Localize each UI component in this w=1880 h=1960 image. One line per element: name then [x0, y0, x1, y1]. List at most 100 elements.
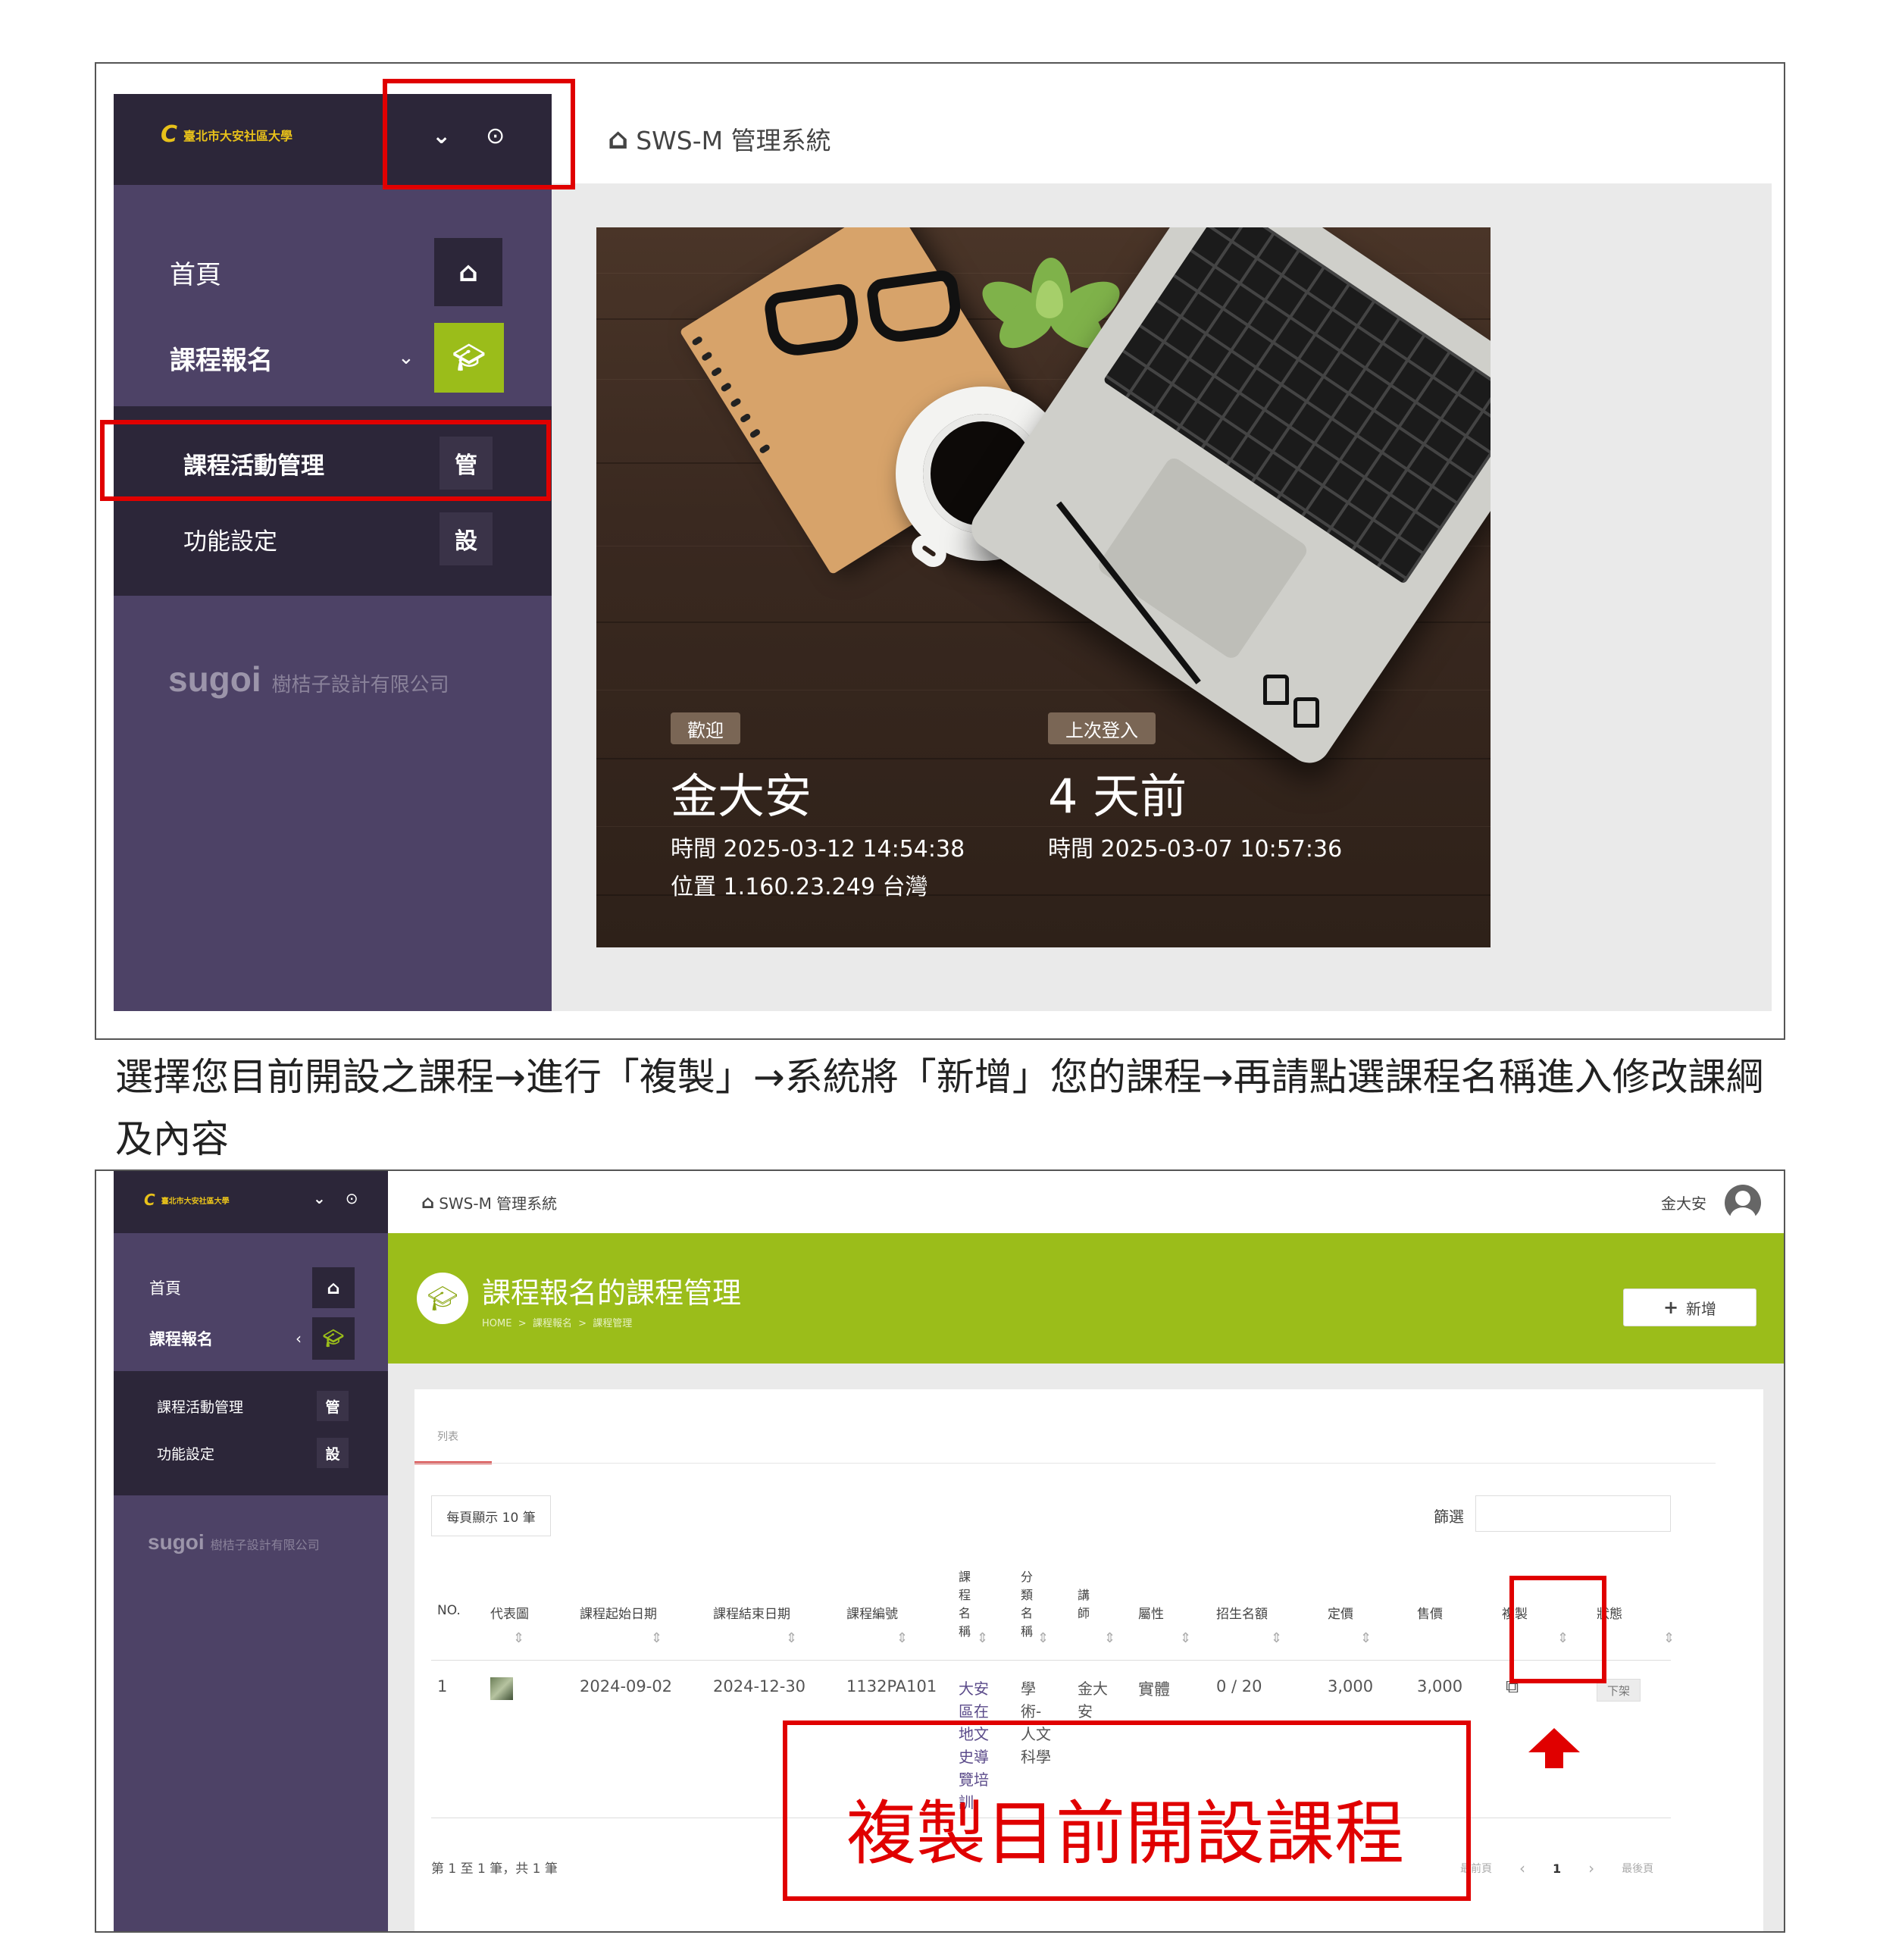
binder-clip-illustration [1293, 697, 1319, 728]
target-icon[interactable]: ⊙ [486, 123, 505, 149]
col-copy[interactable]: 複製 [1502, 1603, 1528, 1622]
breadcrumb[interactable]: HOME > 課程報名 > 課程管理 [482, 1315, 632, 1329]
cell-end-date: 2024-12-30 [713, 1677, 806, 1695]
sidebar-item-label: 課程報名 [149, 1330, 213, 1348]
col-category[interactable]: 分類名稱 [1021, 1568, 1036, 1641]
school-logo[interactable]: C 臺北市大安社區大學 [144, 1191, 230, 1209]
page-header: 🎓︎ 課程報名的課程管理 HOME > 課程報名 > 課程管理 + 新增 [388, 1233, 1784, 1364]
table-info: 第 1 至 1 筆，共 1 筆 [431, 1861, 558, 1877]
graduation-cap-icon: 🎓︎ [434, 323, 504, 393]
pager-page[interactable]: 1 [1553, 1861, 1561, 1876]
chevron-left-icon: ‹ [296, 1329, 302, 1348]
chevron-down-icon[interactable]: ⌄ [432, 123, 451, 149]
sort-icon[interactable]: ⇕ [1180, 1630, 1191, 1646]
pager-last[interactable]: 最後頁 [1622, 1861, 1653, 1876]
sidebar-item-home[interactable]: 首頁 ⌂ [114, 1267, 388, 1308]
sidebar-item-label: 功能設定 [183, 528, 277, 556]
welcome-badge: 歡迎 [671, 712, 740, 744]
system-title: SWS-M 管理系統 [439, 1194, 558, 1213]
col-course-name[interactable]: 課程名稱 [959, 1568, 974, 1641]
school-logo-text: 臺北市大安社區大學 [183, 128, 293, 143]
chevron-down-icon[interactable]: ⌄ [313, 1189, 326, 1207]
brand-company: 樹桔子設計有限公司 [271, 674, 449, 697]
cell-teacher: 金大安 [1078, 1680, 1108, 1720]
col-no[interactable]: NO. [437, 1603, 461, 1618]
sort-icon[interactable]: ⇕ [896, 1630, 908, 1646]
col-quota[interactable]: 招生名額 [1216, 1603, 1268, 1622]
pager-next[interactable]: › [1588, 1859, 1594, 1877]
sidebar-item-label: 課程活動管理 [183, 452, 324, 480]
cell-sale: 3,000 [1417, 1677, 1463, 1695]
screenshot-course-management: C 臺北市大安社區大學 ⌄ ⊙ 首頁 ⌂ 課程報名 ‹ 🎓︎ 課程活動管理 管 … [95, 1169, 1785, 1933]
sidebar-item-course-activity[interactable]: 課程活動管理 管 [114, 437, 552, 490]
sort-icon[interactable]: ⇕ [1037, 1630, 1049, 1646]
last-login-ago: 4 天前 [1048, 769, 1187, 824]
user-avatar-icon[interactable] [1725, 1185, 1761, 1229]
sidebar-submenu: 課程活動管理 管 功能設定 設 [114, 1371, 388, 1495]
tab-divider [414, 1463, 1716, 1464]
sort-icon[interactable]: ⇕ [1557, 1630, 1569, 1646]
school-logo[interactable]: C 臺北市大安社區大學 [161, 121, 292, 148]
binder-clip-illustration [1263, 675, 1289, 705]
course-thumbnail[interactable] [490, 1677, 513, 1700]
status-badge[interactable]: 下架 [1597, 1679, 1641, 1702]
pager-first[interactable]: 最前頁 [1460, 1861, 1492, 1876]
sidebar-submenu: 課程活動管理 管 功能設定 設 [114, 406, 552, 596]
sort-icon[interactable]: ⇕ [1663, 1630, 1675, 1646]
sidebar-item-settings[interactable]: 功能設定 設 [114, 512, 552, 565]
col-price[interactable]: 定價 [1328, 1603, 1353, 1622]
home-icon[interactable]: ⌂ [608, 122, 628, 155]
col-course-code[interactable]: 課程編號 [846, 1603, 898, 1622]
col-teacher[interactable]: 講師 [1078, 1586, 1093, 1623]
sidebar-item-label: 首頁 [170, 259, 221, 290]
last-login-time: 時間 2025-03-07 10:57:36 [1048, 836, 1343, 863]
sort-icon[interactable]: ⇕ [1360, 1630, 1372, 1646]
brand-mark: sugoi [148, 1530, 205, 1554]
copy-icon[interactable]: ⧉ [1506, 1676, 1519, 1697]
sort-icon[interactable]: ⇕ [977, 1630, 988, 1646]
add-button[interactable]: + 新增 [1623, 1288, 1756, 1326]
manage-badge-icon: 管 [317, 1391, 349, 1421]
sort-icon[interactable]: ⇕ [1104, 1630, 1115, 1646]
welcome-hero-image: 歡迎 金大安 時間 2025-03-12 14:54:38 位置 1.160.2… [596, 227, 1491, 947]
col-sale[interactable]: 售價 [1417, 1603, 1443, 1622]
home-icon: ⌂ [312, 1267, 355, 1308]
screenshot-dashboard: C 臺北市大安社區大學 ⌄ ⊙ 首頁 ⌂ 課程報名 ⌄ 🎓︎ 課程活動管理 管 … [95, 62, 1785, 1040]
sidebar-controls: ⌄ ⊙ [313, 1189, 358, 1207]
logo-mark-icon: C [161, 121, 178, 148]
chevron-down-icon: ⌄ [398, 346, 414, 369]
col-attr[interactable]: 屬性 [1138, 1603, 1164, 1622]
sidebar-item-course-signup[interactable]: 課程報名 ⌄ 🎓︎ [114, 323, 552, 393]
settings-badge-icon: 設 [317, 1438, 349, 1468]
sidebar-item-label: 首頁 [149, 1279, 181, 1298]
sidebar-item-settings[interactable]: 功能設定 設 [114, 1438, 388, 1468]
sort-icon[interactable]: ⇕ [651, 1630, 662, 1646]
sidebar-header: C 臺北市大安社區大學 ⌄ ⊙ [114, 1171, 388, 1233]
arrow-stem [1545, 1752, 1563, 1768]
col-image[interactable]: 代表圖 [490, 1603, 529, 1622]
sidebar-item-home[interactable]: 首頁 ⌂ [114, 238, 552, 306]
cell-course-code: 1132PA101 [846, 1677, 937, 1695]
tab-list[interactable]: 列表 [437, 1429, 458, 1444]
graduation-cap-icon: 🎓︎ [417, 1273, 468, 1324]
user-name[interactable]: 金大安 [1661, 1191, 1706, 1213]
sort-icon[interactable]: ⇕ [1271, 1630, 1282, 1646]
col-status[interactable]: 狀態 [1597, 1603, 1622, 1622]
instruction-text: 選擇您目前開設之課程→進行「複製」→系統將「新增」您的課程→再請點選課程名稱進入… [115, 1055, 1764, 1161]
manage-badge-icon: 管 [440, 437, 493, 490]
sidebar-item-course-activity[interactable]: 課程活動管理 管 [114, 1391, 388, 1421]
logo-mark-icon: C [144, 1191, 155, 1209]
sidebar-item-course-signup[interactable]: 課程報名 ‹ 🎓︎ [114, 1317, 388, 1360]
page-size-select[interactable]: 每頁顯示 10 筆 [431, 1495, 551, 1536]
sort-icon[interactable]: ⇕ [513, 1630, 524, 1646]
col-end-date[interactable]: 課程結束日期 [713, 1603, 790, 1622]
filter-input[interactable] [1475, 1495, 1671, 1532]
pager-prev[interactable]: ‹ [1519, 1859, 1525, 1877]
col-start-date[interactable]: 課程起始日期 [580, 1603, 657, 1622]
cell-start-date: 2024-09-02 [580, 1677, 673, 1695]
home-icon: ⌂ [434, 238, 502, 306]
sort-icon[interactable]: ⇕ [786, 1630, 797, 1646]
home-icon[interactable]: ⌂ [421, 1191, 434, 1213]
target-icon[interactable]: ⊙ [346, 1189, 358, 1207]
pagination: 最前頁 ‹ 1 › 最後頁 [1460, 1859, 1653, 1877]
